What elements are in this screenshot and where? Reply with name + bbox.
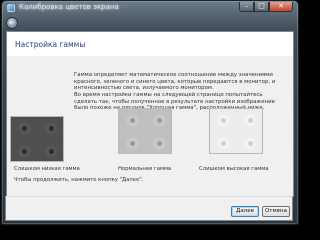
page-title: Настройка гаммы: [15, 40, 86, 49]
gamma-dots-pattern: [11, 117, 63, 161]
minimize-button[interactable]: –: [239, 2, 254, 12]
gamma-sample-high: [209, 108, 263, 154]
gamma-dots-pattern: [119, 109, 171, 153]
next-button[interactable]: Далее: [231, 206, 259, 217]
caption-buttons: – □ ✕: [239, 2, 293, 12]
header-band: Настройка гаммы: [7, 32, 293, 56]
gamma-dots-pattern: [210, 109, 262, 153]
gamma-label-normal: Нормальная гамма: [118, 166, 172, 172]
footer-bar: Далее Отмена: [5, 196, 293, 221]
gamma-sample-normal: [118, 108, 172, 154]
back-arrow-icon[interactable]: ←: [6, 17, 18, 29]
window-title: Калибровка цветов экрана: [19, 3, 119, 11]
gamma-sample-low: [10, 116, 64, 162]
cancel-button[interactable]: Отмена: [262, 206, 290, 217]
description-paragraph-1: Гамма определяет математическое соотноше…: [74, 72, 276, 91]
display-calibration-icon: [7, 4, 15, 12]
gamma-label-low: Слишком низкая гамма: [14, 166, 80, 172]
continue-hint: Чтобы продолжить, нажмите кнопку "Далее"…: [14, 177, 144, 183]
gamma-label-high: Слишком высокая гамма: [199, 166, 269, 172]
title-bar[interactable]: Калибровка цветов экрана – □ ✕: [2, 1, 298, 15]
maximize-button[interactable]: □: [254, 2, 269, 12]
gamma-description: Гамма определяет математическое соотноше…: [74, 72, 280, 112]
close-button[interactable]: ✕: [269, 2, 293, 12]
